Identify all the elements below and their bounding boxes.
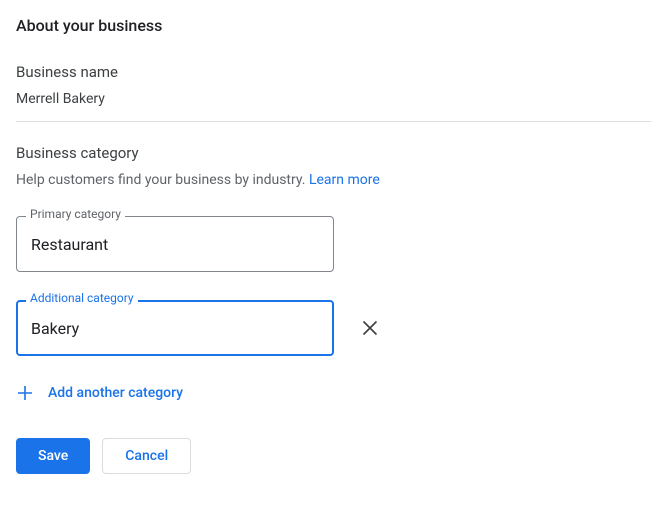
divider: [16, 121, 651, 122]
learn-more-link[interactable]: Learn more: [309, 172, 380, 188]
additional-category-legend: Additional category: [26, 291, 138, 305]
help-text-content: Help customers find your business by ind…: [16, 172, 309, 188]
business-category-label: Business category: [16, 144, 651, 162]
page-title: About your business: [16, 16, 651, 35]
primary-category-field: Primary category: [16, 216, 334, 272]
business-name-value[interactable]: Merrell Bakery: [16, 91, 651, 107]
primary-category-legend: Primary category: [26, 207, 125, 221]
additional-category-field: Additional category: [16, 300, 334, 356]
save-button[interactable]: Save: [16, 438, 90, 474]
primary-category-input[interactable]: [16, 216, 334, 272]
business-name-label: Business name: [16, 63, 651, 81]
plus-icon: [16, 384, 34, 402]
close-icon: [362, 320, 378, 336]
cancel-button[interactable]: Cancel: [102, 438, 191, 474]
add-another-category-button[interactable]: Add another category: [16, 384, 183, 402]
additional-category-input[interactable]: [16, 300, 334, 356]
add-another-label: Add another category: [48, 385, 183, 401]
action-buttons: Save Cancel: [16, 438, 651, 474]
remove-category-button[interactable]: [358, 316, 382, 340]
business-category-help: Help customers find your business by ind…: [16, 172, 651, 188]
